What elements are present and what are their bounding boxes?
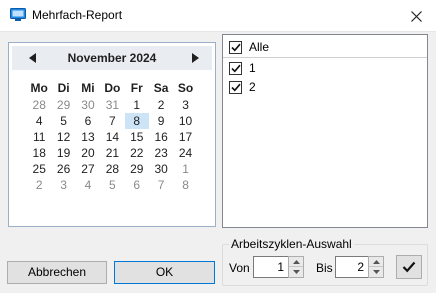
checkbox[interactable] xyxy=(229,80,242,94)
calendar-day[interactable]: 31 xyxy=(100,97,124,113)
calendar-day[interactable]: 23 xyxy=(149,145,173,161)
weekday-label: Fr xyxy=(130,81,143,95)
calendar-day[interactable]: 5 xyxy=(51,113,75,129)
calendar-day[interactable]: 4 xyxy=(27,113,51,129)
from-label: Von xyxy=(229,261,250,275)
checkmark-icon xyxy=(402,261,416,273)
down-triangle-icon xyxy=(292,270,300,274)
down-triangle-icon xyxy=(372,270,380,274)
calendar-day[interactable]: 21 xyxy=(100,145,124,161)
calendar-day[interactable]: 4 xyxy=(76,177,100,193)
title-bar: Mehrfach-Report xyxy=(0,0,436,32)
calendar-header: November 2024 xyxy=(12,46,212,70)
close-button[interactable] xyxy=(396,0,436,32)
calendar-day[interactable]: 30 xyxy=(149,161,173,177)
ok-button[interactable]: OK xyxy=(114,261,215,284)
calendar-day[interactable]: 29 xyxy=(125,161,149,177)
calendar-day[interactable]: 26 xyxy=(51,161,75,177)
check-label: 2 xyxy=(249,80,256,94)
calendar-day[interactable]: 30 xyxy=(76,97,100,113)
checkbox-all[interactable] xyxy=(229,40,242,54)
calendar-day[interactable]: 22 xyxy=(125,145,149,161)
calendar-day[interactable]: 28 xyxy=(100,161,124,177)
weekday-label: Di xyxy=(57,81,70,95)
calendar-day[interactable]: 1 xyxy=(125,97,149,113)
weekday-label: Do xyxy=(104,81,121,95)
calendar-day[interactable]: 3 xyxy=(51,177,75,193)
calendar-day[interactable]: 29 xyxy=(51,97,75,113)
weekday-label: So xyxy=(177,81,194,95)
check-item-all[interactable]: Alle xyxy=(229,39,269,55)
to-spinner-buttons xyxy=(368,256,384,278)
to-spin-up-button[interactable] xyxy=(369,257,383,267)
list-divider xyxy=(223,57,427,58)
weekday-header-row: Mo Di Mi Do Fr Sa So xyxy=(27,80,198,96)
calendar-day[interactable]: 3 xyxy=(173,97,197,113)
from-spin-up-button[interactable] xyxy=(289,257,303,267)
right-triangle-icon[interactable] xyxy=(188,51,202,65)
calendar-day[interactable]: 14 xyxy=(100,129,124,145)
to-label: Bis xyxy=(316,261,333,275)
to-spinner-input[interactable]: 2 xyxy=(335,256,369,278)
up-triangle-icon xyxy=(292,259,300,264)
month-calendar[interactable]: November 2024 Mo Di Mi Do Fr Sa So 28 29… xyxy=(8,42,216,227)
calendar-day-selected[interactable]: 8 xyxy=(124,113,149,129)
calendar-week-row: 2 3 4 5 6 7 8 xyxy=(27,177,198,193)
calendar-day[interactable]: 9 xyxy=(149,113,173,129)
group-legend: Arbeitszyklen-Auswahl xyxy=(229,237,354,251)
weekday-label: Sa xyxy=(153,81,169,95)
close-icon xyxy=(410,10,422,22)
calendar-day[interactable]: 6 xyxy=(125,177,149,193)
calendar-day[interactable]: 1 xyxy=(173,161,197,177)
calendar-day[interactable]: 15 xyxy=(125,129,149,145)
checkmark-icon xyxy=(230,83,241,91)
calendar-day[interactable]: 7 xyxy=(100,113,124,129)
calendar-week-row: 4 5 6 7 8 9 10 xyxy=(27,113,198,129)
calendar-day[interactable]: 20 xyxy=(76,145,100,161)
calendar-day[interactable]: 16 xyxy=(149,129,173,145)
calendar-week-row: 11 12 13 14 15 16 17 xyxy=(27,129,198,145)
window-title: Mehrfach-Report xyxy=(32,8,123,22)
report-icon xyxy=(10,8,26,21)
calendar-day[interactable]: 25 xyxy=(27,161,51,177)
calendar-day[interactable]: 2 xyxy=(27,177,51,193)
up-triangle-icon xyxy=(372,259,380,264)
to-spin-down-button[interactable] xyxy=(369,267,383,277)
calendar-week-row: 25 26 27 28 29 30 1 xyxy=(27,161,198,177)
weekday-label: Mo xyxy=(30,81,48,95)
calendar-day[interactable]: 6 xyxy=(76,113,100,129)
calendar-day[interactable]: 28 xyxy=(27,97,51,113)
calendar-day[interactable]: 2 xyxy=(149,97,173,113)
check-label-all: Alle xyxy=(249,40,270,54)
calendar-day[interactable]: 12 xyxy=(51,129,75,145)
check-label: 1 xyxy=(249,61,256,75)
from-spinner-buttons xyxy=(288,256,304,278)
apply-selection-button[interactable] xyxy=(396,255,422,279)
checkmark-icon xyxy=(230,43,241,51)
from-spin-down-button[interactable] xyxy=(289,267,303,277)
from-spinner-input[interactable]: 1 xyxy=(253,256,289,278)
calendar-week-row: 18 19 20 21 22 23 24 xyxy=(27,145,198,161)
calendar-day[interactable]: 27 xyxy=(76,161,100,177)
calendar-day[interactable]: 17 xyxy=(173,129,197,145)
check-item[interactable]: 1 xyxy=(229,60,256,76)
calendar-grid: Mo Di Mi Do Fr Sa So 28 29 30 31 1 2 3 4… xyxy=(27,80,198,193)
calendar-day[interactable]: 8 xyxy=(173,177,197,193)
calendar-day[interactable]: 13 xyxy=(76,129,100,145)
checkmark-icon xyxy=(230,64,241,72)
calendar-week-row: 28 29 30 31 1 2 3 xyxy=(27,97,198,113)
cycle-checklist[interactable]: Alle 1 2 xyxy=(222,34,428,228)
checkbox[interactable] xyxy=(229,61,242,75)
calendar-day[interactable]: 24 xyxy=(173,145,197,161)
check-item[interactable]: 2 xyxy=(229,79,256,95)
calendar-day[interactable]: 10 xyxy=(173,113,197,129)
calendar-month-label[interactable]: November 2024 xyxy=(12,51,212,65)
calendar-day[interactable]: 19 xyxy=(51,145,75,161)
calendar-day[interactable]: 18 xyxy=(27,145,51,161)
calendar-day[interactable]: 5 xyxy=(100,177,124,193)
cancel-button[interactable]: Abbrechen xyxy=(7,261,107,284)
calendar-day[interactable]: 7 xyxy=(149,177,173,193)
weekday-label: Mi xyxy=(81,81,95,95)
calendar-day[interactable]: 11 xyxy=(27,129,51,145)
